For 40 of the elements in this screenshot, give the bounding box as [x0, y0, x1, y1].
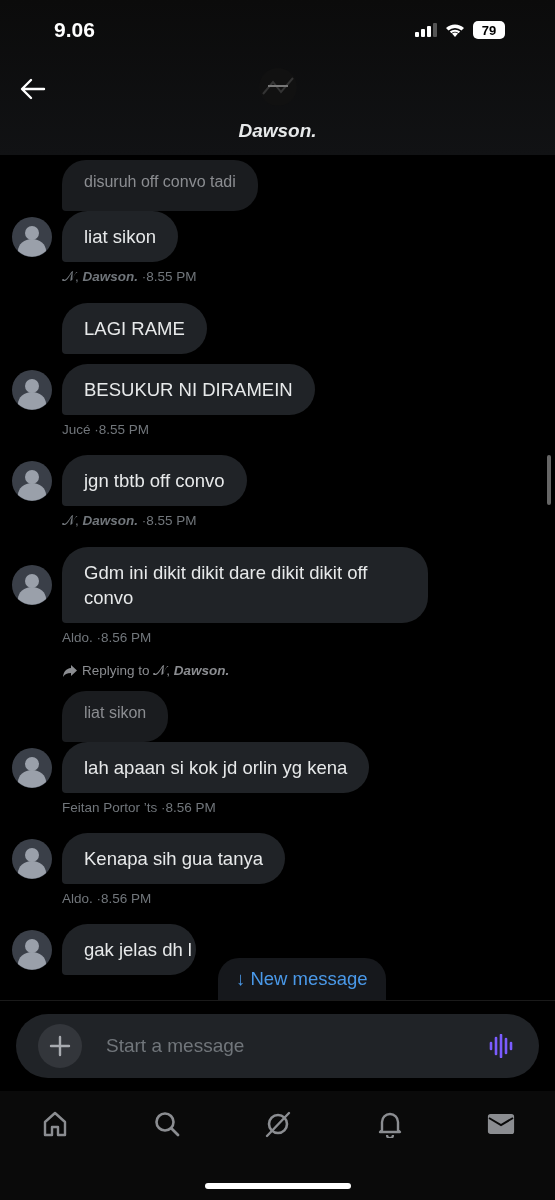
- message-bubble[interactable]: gak jelas dh l: [62, 924, 196, 975]
- message-bubble[interactable]: jgn tbtb off convo: [62, 455, 247, 506]
- reply-arrow-icon: [62, 664, 78, 678]
- search-icon[interactable]: [152, 1110, 181, 1138]
- message-meta: 𝒩, Dawson. ·8.55 PM: [62, 269, 198, 285]
- wifi-icon: [445, 22, 465, 38]
- scrollbar: [547, 455, 551, 505]
- home-icon[interactable]: [41, 1110, 69, 1138]
- back-arrow-icon[interactable]: [20, 78, 46, 100]
- message-meta: Jucé ·8.55 PM: [62, 422, 151, 437]
- avatar[interactable]: [12, 747, 52, 788]
- avatar[interactable]: [12, 929, 52, 970]
- message-bubble[interactable]: liat sikon: [62, 211, 178, 262]
- voice-icon[interactable]: [489, 1034, 515, 1058]
- message-bubble[interactable]: Kenapa sih gua tanya: [62, 833, 285, 884]
- reply-label: Replying to 𝒩, Dawson.: [82, 663, 230, 679]
- message-field[interactable]: Start a message: [16, 1014, 539, 1078]
- status-time: 9.06: [54, 18, 95, 42]
- message-bubble[interactable]: Gdm ini dikit dikit dare dikit dikit off convo: [62, 547, 428, 623]
- message-meta: Aldo. ·8.56 PM: [62, 891, 153, 906]
- slashed-circle-icon[interactable]: [264, 1110, 292, 1138]
- signal-icon: [415, 23, 437, 37]
- new-message-button[interactable]: ↓ New message: [218, 958, 386, 1000]
- conversation-title[interactable]: Dawson.: [238, 120, 317, 142]
- battery-level: 79: [481, 22, 497, 38]
- message-meta: Aldo. ·8.56 PM: [62, 630, 153, 645]
- message-bubble[interactable]: BESUKUR NI DIRAMEIN: [62, 364, 315, 415]
- quoted-message[interactable]: liat sikon: [62, 691, 169, 742]
- quoted-message[interactable]: disuruh off convo tadi: [62, 160, 258, 211]
- avatar[interactable]: [12, 838, 52, 879]
- avatar[interactable]: [12, 565, 52, 605]
- message-bubble[interactable]: lah apaan si kok jd orlin yg kena: [62, 742, 370, 793]
- avatar[interactable]: [12, 369, 52, 410]
- add-icon[interactable]: [38, 1024, 82, 1068]
- message-meta: Feitan Portor ’ts ·8.56 PM: [62, 800, 217, 815]
- message-input[interactable]: Start a message: [104, 1034, 467, 1058]
- avatar[interactable]: [12, 216, 52, 257]
- avatar[interactable]: [12, 460, 52, 501]
- message-meta: 𝒩, Dawson. ·8.55 PM: [62, 513, 198, 529]
- message-bubble[interactable]: LAGI RAME: [62, 303, 207, 354]
